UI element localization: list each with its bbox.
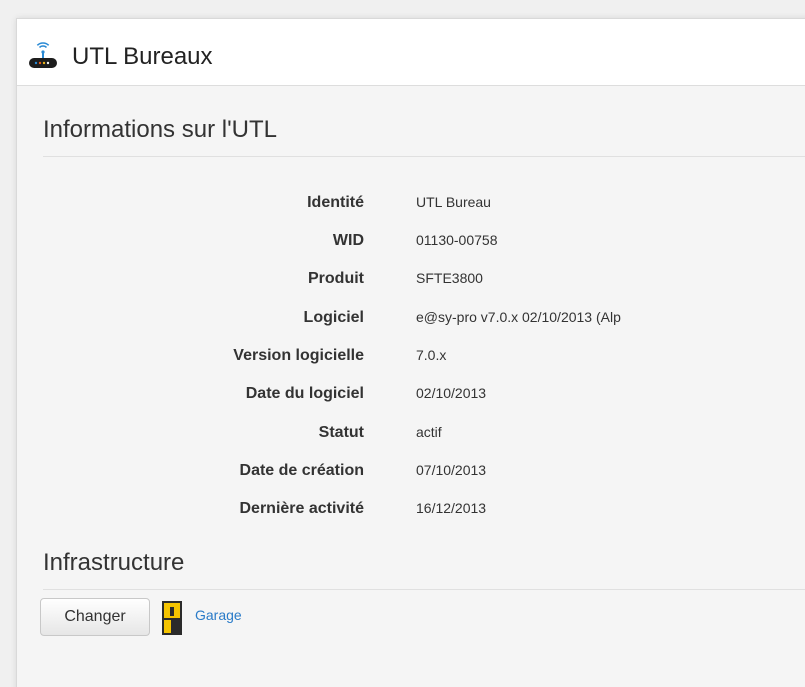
info-value: e@sy-pro v7.0.x 02/10/2013 (Alp xyxy=(416,309,621,325)
info-value: 16/12/2013 xyxy=(416,500,487,516)
info-label: Dernière activité xyxy=(239,500,364,517)
info-row-produit: Produit SFTE3800 xyxy=(17,269,797,289)
infrastructure-section-title: Infrastructure xyxy=(43,549,185,576)
info-label: WID xyxy=(332,232,364,249)
page: UTL Bureaux Informations sur l'UTL Ident… xyxy=(0,0,805,687)
change-button[interactable]: Changer xyxy=(40,598,150,636)
panel-header: UTL Bureaux xyxy=(17,19,805,86)
info-label: Identité xyxy=(307,194,364,211)
info-value: 07/10/2013 xyxy=(416,462,487,478)
info-value: actif xyxy=(416,424,442,440)
info-row-identite: Identité UTL Bureau xyxy=(17,193,797,213)
info-row-wid: WID 01130-00758 xyxy=(17,231,797,251)
info-row-derniere-activite: Dernière activité 16/12/2013 xyxy=(17,499,797,519)
info-row-version-logicielle: Version logicielle 7.0.x xyxy=(17,346,797,366)
info-label: Date du logiciel xyxy=(245,385,364,402)
info-value: 01130-00758 xyxy=(416,232,498,248)
infrastructure-section-divider xyxy=(43,589,805,590)
info-label: Statut xyxy=(318,424,364,441)
info-section-title: Informations sur l'UTL xyxy=(43,116,277,143)
info-value: SFTE3800 xyxy=(416,270,483,286)
info-row-statut: Statut actif xyxy=(17,423,797,443)
info-row-date-creation: Date de création 07/10/2013 xyxy=(17,461,797,481)
info-value: UTL Bureau xyxy=(416,194,491,210)
info-label: Date de création xyxy=(239,462,364,479)
garage-location-link[interactable]: Garage xyxy=(195,606,242,624)
info-section-divider xyxy=(43,156,805,157)
info-label: Version logicielle xyxy=(233,347,364,364)
door-icon xyxy=(162,601,182,635)
router-device-icon xyxy=(29,42,57,68)
info-label: Logiciel xyxy=(303,309,364,326)
info-value: 02/10/2013 xyxy=(416,385,487,401)
info-value: 7.0.x xyxy=(416,347,447,363)
panel-title: UTL Bureaux xyxy=(72,43,213,70)
info-label: Produit xyxy=(308,270,364,287)
info-row-logiciel: Logiciel e@sy-pro v7.0.x 02/10/2013 (Alp xyxy=(17,308,797,328)
info-row-date-logiciel: Date du logiciel 02/10/2013 xyxy=(17,384,797,404)
utl-panel: UTL Bureaux Informations sur l'UTL Ident… xyxy=(16,18,805,687)
